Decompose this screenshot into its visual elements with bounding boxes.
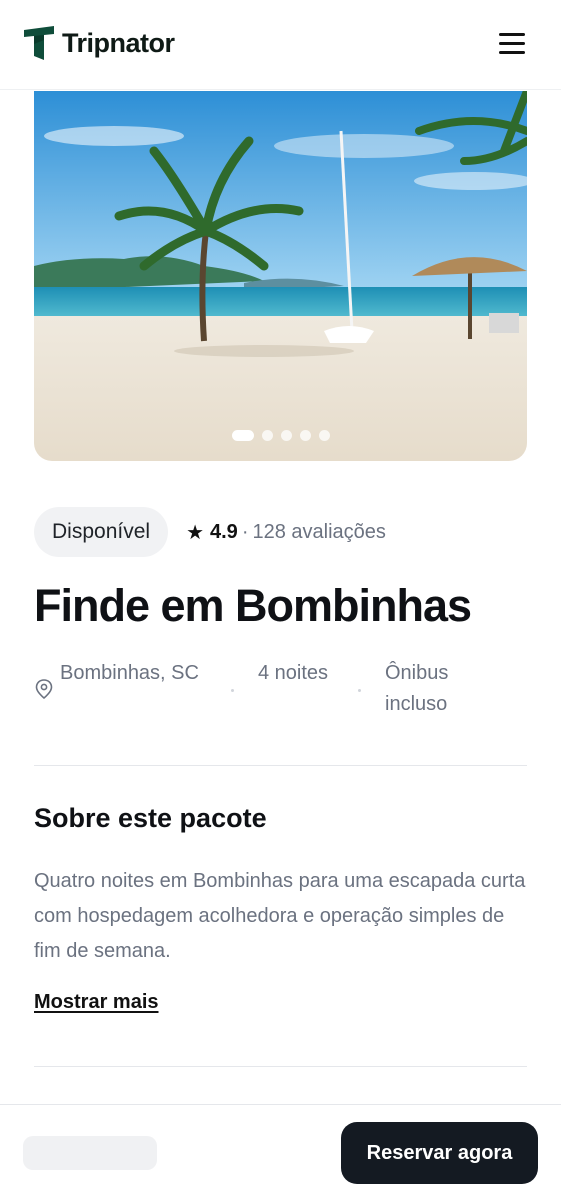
status-row: Disponível ★ 4.9 · 128 avaliações <box>34 507 386 557</box>
brand-logo[interactable]: Tripnator <box>22 24 175 62</box>
gallery-dot[interactable] <box>231 430 254 441</box>
gallery-dot[interactable] <box>299 430 311 441</box>
fact-nights: 4 noites <box>258 662 329 684</box>
rating-value: 4.9 <box>210 520 238 543</box>
section-divider <box>34 1066 527 1067</box>
about-description: Quatro noites em Bombinhas para uma esca… <box>34 870 526 962</box>
fact-separator <box>358 689 361 692</box>
tripnator-logo-icon <box>24 26 54 60</box>
app-header: Tripnator <box>0 0 561 90</box>
rating-separator: · <box>241 520 249 543</box>
gallery-pagination <box>34 430 527 441</box>
photo-gallery[interactable] <box>34 91 527 461</box>
rating-summary[interactable]: ★ 4.9 · 128 avaliações <box>186 520 386 545</box>
review-count: 128 avaliações <box>252 520 386 543</box>
location-pin-icon <box>35 679 53 700</box>
price-placeholder <box>23 1136 157 1170</box>
star-icon: ★ <box>186 521 204 544</box>
fact-location: Bombinhas, SC <box>60 662 199 684</box>
package-title: Finde em Bombinhas <box>34 580 472 631</box>
beach-photo <box>34 91 527 461</box>
gallery-dot[interactable] <box>318 430 330 441</box>
gallery-dot[interactable] <box>261 430 273 441</box>
fact-separator <box>231 689 234 692</box>
fact-transport: Ônibus incluso <box>385 662 449 715</box>
booking-bar: Reservar agora <box>0 1104 561 1200</box>
availability-badge: Disponível <box>34 507 169 557</box>
hamburger-menu-icon[interactable] <box>499 33 525 55</box>
about-title: Sobre este pacote <box>34 803 267 833</box>
brand-name: Tripnator <box>62 27 175 58</box>
show-more-link[interactable]: Mostrar mais <box>34 991 159 1014</box>
package-facts: Bombinhas, SC 4 noites Ônibus incluso <box>34 658 527 722</box>
gallery-dot[interactable] <box>280 430 292 441</box>
reserve-button[interactable]: Reservar agora <box>341 1122 538 1184</box>
section-divider <box>34 765 527 766</box>
